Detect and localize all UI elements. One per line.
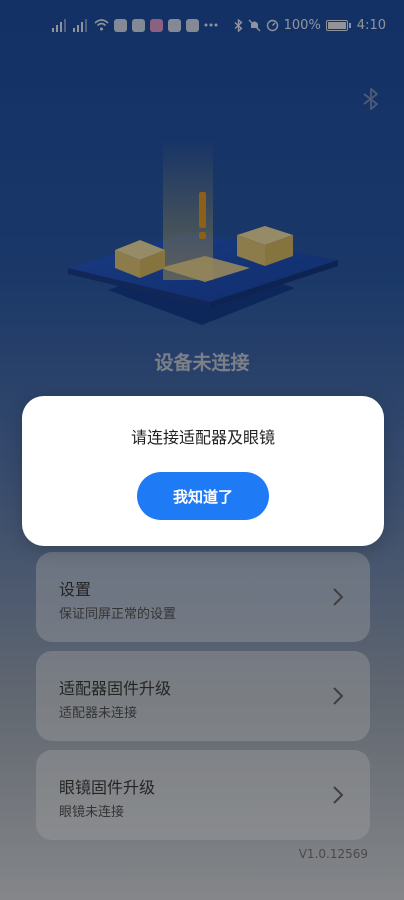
alert-dialog: 请连接适配器及眼镜 我知道了	[22, 396, 384, 546]
dialog-message: 请连接适配器及眼镜	[130, 428, 275, 447]
acknowledge-button[interactable]: 我知道了	[137, 472, 269, 520]
